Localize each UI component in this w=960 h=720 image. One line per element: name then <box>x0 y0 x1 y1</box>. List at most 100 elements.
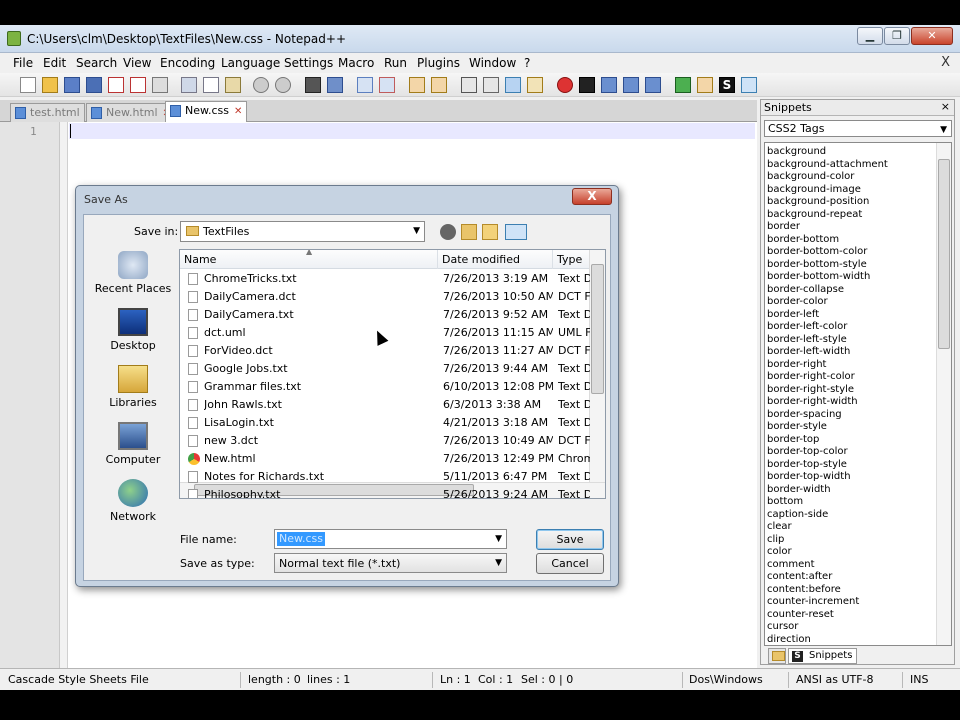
snippet-item[interactable]: background-position <box>767 196 869 208</box>
dialog-close-button[interactable]: X <box>572 188 612 205</box>
file-row[interactable]: Philosophy.txt 5/26/2013 9:24 AM Text Do <box>180 486 590 498</box>
place-computer[interactable]: Computer <box>89 422 177 466</box>
menu-macro[interactable]: Macro <box>338 56 374 70</box>
snippet-item[interactable]: border-left-color <box>767 321 847 333</box>
snippet-item[interactable]: background-attachment <box>767 159 888 171</box>
snippet-item[interactable]: background-repeat <box>767 209 862 221</box>
column-type[interactable]: Type <box>557 253 582 266</box>
replace-icon[interactable] <box>327 77 343 93</box>
snippet-item[interactable]: clear <box>767 521 792 533</box>
show-all-chars-icon[interactable] <box>483 77 499 93</box>
snippet-item[interactable]: background <box>767 146 826 158</box>
snippet-item[interactable]: clip <box>767 534 784 546</box>
snippet-item[interactable]: border-width <box>767 484 831 496</box>
snippets-close-icon[interactable]: × <box>941 100 950 113</box>
cancel-button[interactable]: Cancel <box>536 553 604 574</box>
zoom-in-icon[interactable] <box>357 77 373 93</box>
snippet-item[interactable]: comment <box>767 559 815 571</box>
tab-test-html[interactable]: test.html <box>10 103 85 122</box>
snippets-list[interactable]: background background-attachment backgroun… <box>764 142 952 646</box>
file-row[interactable]: Google Jobs.txt 7/26/2013 9:44 AM Text Do <box>180 360 590 378</box>
snippet-item[interactable]: content:after <box>767 571 832 583</box>
snippet-item[interactable]: border-top <box>767 434 819 446</box>
play-macro-icon[interactable] <box>601 77 617 93</box>
snippet-item[interactable]: border <box>767 221 800 233</box>
view-menu-icon[interactable] <box>505 224 527 240</box>
save-as-type-select[interactable]: Normal text file (*.txt) ▼ <box>274 553 507 573</box>
redo-icon[interactable] <box>275 77 291 93</box>
snippets-scrollbar[interactable] <box>936 143 951 645</box>
menu-window[interactable]: Window <box>469 56 516 70</box>
stop-macro-icon[interactable] <box>579 77 595 93</box>
snippet-item[interactable]: border-bottom-style <box>767 259 867 271</box>
snippets-icon[interactable]: S <box>719 77 735 93</box>
file-row[interactable]: DailyCamera.dct 7/26/2013 10:50 AM DCT Fi <box>180 288 590 306</box>
menu-help[interactable]: ? <box>524 56 530 70</box>
menu-run[interactable]: Run <box>384 56 407 70</box>
column-date-modified[interactable]: Date modified <box>442 253 520 266</box>
tab-close-icon[interactable]: ✕ <box>234 106 242 117</box>
run-macro-multiple-icon[interactable] <box>623 77 639 93</box>
snippet-item[interactable]: border-right-width <box>767 396 858 408</box>
new-folder-icon[interactable] <box>482 224 498 240</box>
scrollbar-thumb[interactable] <box>938 159 950 349</box>
menu-encoding[interactable]: Encoding <box>160 56 215 70</box>
save-macro-icon[interactable] <box>645 77 661 93</box>
sync-vertical-icon[interactable] <box>409 77 425 93</box>
back-icon[interactable] <box>440 224 456 240</box>
save-button[interactable]: Save <box>536 529 604 550</box>
file-row[interactable]: new 3.dct 7/26/2013 10:49 AM DCT Fi <box>180 432 590 450</box>
chevron-down-icon[interactable]: ▼ <box>495 534 502 544</box>
snippet-item[interactable]: caption-side <box>767 509 828 521</box>
word-wrap-icon[interactable] <box>461 77 477 93</box>
snippet-item[interactable]: background-color <box>767 171 854 183</box>
place-libraries[interactable]: Libraries <box>89 365 177 409</box>
record-macro-icon[interactable] <box>557 77 573 93</box>
file-row[interactable]: ChromeTricks.txt 7/26/2013 3:19 AM Text Do <box>180 270 590 288</box>
file-row[interactable]: New.html 7/26/2013 12:49 PM Chrom <box>180 450 590 468</box>
paste-icon[interactable] <box>225 77 241 93</box>
snippet-item[interactable]: border-style <box>767 421 827 433</box>
snippet-item[interactable]: border-right-style <box>767 384 854 396</box>
up-folder-icon[interactable] <box>461 224 477 240</box>
snippet-item[interactable]: background-image <box>767 184 861 196</box>
snippet-item[interactable]: color <box>767 546 792 558</box>
tab-new-css[interactable]: New.css ✕ <box>165 101 248 122</box>
save-icon[interactable] <box>64 77 80 93</box>
snippet-item[interactable]: border-left-width <box>767 346 850 358</box>
tab-new-html[interactable]: New.html✕ <box>86 103 176 122</box>
column-name[interactable]: Name <box>184 253 216 266</box>
close-file-icon[interactable] <box>108 77 124 93</box>
menu-plugins[interactable]: Plugins <box>417 56 460 70</box>
snippet-item[interactable]: counter-increment <box>767 596 859 608</box>
folder-tab[interactable] <box>768 648 786 664</box>
snippet-item[interactable]: content:before <box>767 584 841 596</box>
snippet-item[interactable]: direction <box>767 634 811 646</box>
save-in-select[interactable]: TextFiles ▼ <box>180 221 425 242</box>
print-icon[interactable] <box>152 77 168 93</box>
menu-file[interactable]: File <box>13 56 33 70</box>
snippet-item[interactable]: border-left-style <box>767 334 847 346</box>
menu-search[interactable]: Search <box>76 56 117 70</box>
minimize-button[interactable]: ▁ <box>857 27 883 45</box>
file-name-input[interactable]: New.css ▼ <box>274 529 507 549</box>
place-network[interactable]: Network <box>89 479 177 523</box>
maximize-button[interactable]: ❐ <box>884 27 910 45</box>
snippet-item[interactable]: cursor <box>767 621 798 633</box>
place-recent-places[interactable]: Recent Places <box>89 251 177 295</box>
menu-edit[interactable]: Edit <box>43 56 66 70</box>
file-row[interactable]: DailyCamera.txt 7/26/2013 9:52 AM Text Do <box>180 306 590 324</box>
file-row[interactable]: ForVideo.dct 7/26/2013 11:27 AM DCT Fi <box>180 342 590 360</box>
undo-icon[interactable] <box>253 77 269 93</box>
open-file-icon[interactable] <box>42 77 58 93</box>
snippet-item[interactable]: bottom <box>767 496 803 508</box>
snippet-item[interactable]: border-spacing <box>767 409 842 421</box>
save-all-icon[interactable] <box>86 77 102 93</box>
snippet-item[interactable]: border-bottom-color <box>767 246 867 258</box>
scrollbar-thumb[interactable] <box>591 264 604 394</box>
indent-guide-icon[interactable] <box>505 77 521 93</box>
clipboard-icon[interactable] <box>697 77 713 93</box>
spell-check-icon[interactable] <box>741 77 757 93</box>
close-document-icon[interactable]: X <box>941 55 950 70</box>
snippet-item[interactable]: border-left <box>767 309 819 321</box>
